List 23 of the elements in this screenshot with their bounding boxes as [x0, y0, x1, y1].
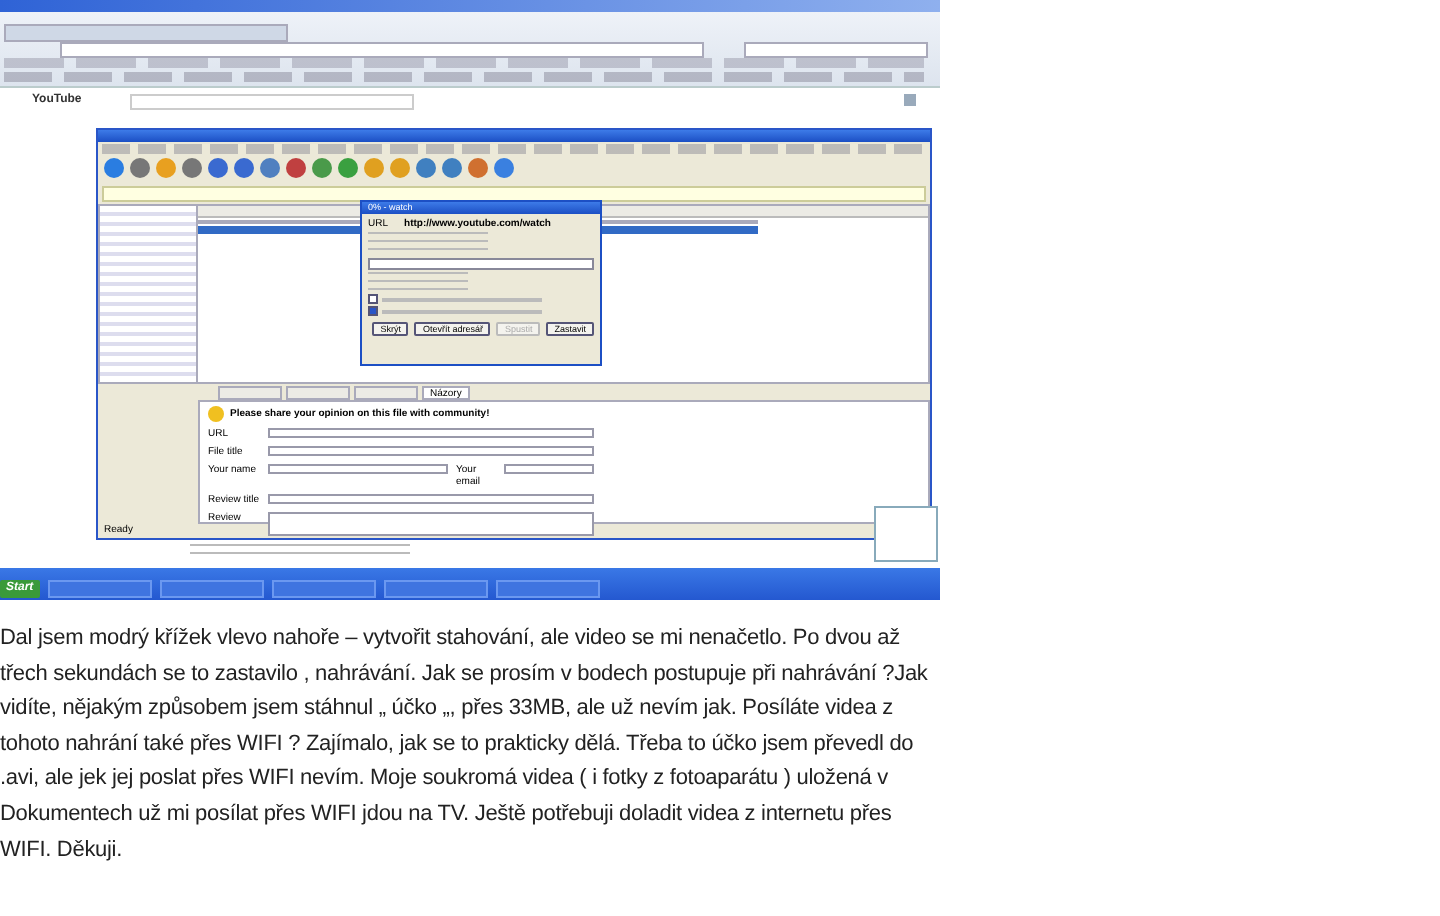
panel-tab[interactable]	[218, 386, 282, 400]
taskbar-button[interactable]	[495, 580, 600, 598]
panel-tab[interactable]	[286, 386, 350, 400]
smiley-icon	[208, 406, 224, 422]
youtube-search-field[interactable]	[130, 94, 414, 110]
search-field[interactable]	[744, 42, 928, 58]
taskbar-button[interactable]	[47, 580, 152, 598]
input-field[interactable]	[268, 428, 594, 438]
input-field[interactable]	[268, 494, 594, 504]
input-field[interactable]	[268, 446, 594, 456]
checkbox[interactable]	[368, 306, 378, 316]
checkbox[interactable]	[368, 294, 378, 304]
taskbar-button[interactable]	[383, 580, 488, 598]
post-paragraph: Dal jsem modrý křížek vlevo nahoře – vytvořit stahování, ale video se mi nenačetlo. Po dvou až třech sekundách se to zastavilo , nahrávání. Jak se prosím v bodech postupuje při nahrávání ?Jak vidíte, nějakým způsobem jsem stáhnul „ účko „, přes 33MB, ale už nevím jak. Posíláte videa z tohoto nahrání také přes WIFI ? Zajímalo, jak se to prakticky dělá. Třeba to účko jsem převedl do .avi, ale jek jej poslat přes WIFI nevím. Moje soukromá videa ( i fotky z fotoaparátu ) uložená v Dokumentech už mi posílat přes WIFI jdou na TV. Ještě potřebuji doladit videa z internetu přes WIFI. Děkuji.	[0, 624, 930, 866]
detail-lines	[368, 232, 488, 256]
input-field[interactable]	[504, 464, 594, 474]
detail-lines	[368, 272, 468, 292]
taskbar-button[interactable]	[159, 580, 264, 598]
input-field[interactable]	[268, 512, 594, 536]
avatar-icon	[904, 94, 916, 106]
taskbar-button[interactable]	[271, 580, 376, 598]
panel-tab[interactable]	[354, 386, 418, 400]
input-field[interactable]	[268, 464, 448, 474]
